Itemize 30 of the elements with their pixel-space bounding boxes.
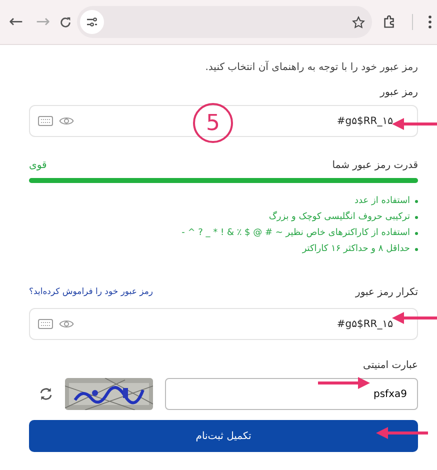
field-label: عبارت امنیتی: [362, 359, 418, 373]
strength-reading: قوی: [29, 159, 47, 173]
rule-text: استفاده از کاراکترهای خاص نظیر ~ # @ $ ٪ & ! * _ ? ^ -: [182, 227, 410, 240]
rule-text: ترکیبی حروف انگلیسی کوچک و بزرگ: [268, 210, 410, 224]
eye-icon[interactable]: [59, 116, 74, 126]
strength-label: قدرت رمز عبور شما: [332, 159, 418, 173]
eye-icon[interactable]: [59, 319, 74, 329]
menu-icon[interactable]: [428, 15, 432, 29]
captcha-field[interactable]: psfxa9: [165, 378, 418, 410]
forgot-password-link[interactable]: رمز عبور خود را فراموش کرده‌اید؟: [29, 286, 153, 299]
extensions-icon[interactable]: [382, 14, 397, 30]
confirm-password-field[interactable]: #g۵$RR_۱۵: [29, 308, 418, 340]
annotation-arrow: [392, 118, 437, 130]
rule-text: حداقل ۸ و حداکثر ۱۶ کاراکتر: [302, 243, 410, 256]
keyboard-icon[interactable]: [38, 116, 53, 126]
refresh-icon[interactable]: [39, 387, 53, 401]
step-badge: 5: [193, 103, 233, 143]
instruction-text: رمز عبور خود را با توجه به راهنمای آن انتخاب کنید.: [204, 60, 418, 75]
field-label: رمز عبور: [378, 86, 418, 100]
keyboard-icon[interactable]: [38, 319, 53, 329]
reload-icon[interactable]: [59, 16, 72, 28]
annotation-arrow: [376, 427, 428, 439]
annotation-arrow: [392, 312, 437, 324]
star-icon[interactable]: [352, 16, 364, 28]
submit-button[interactable]: تکمیل ثبت‌نام: [29, 420, 418, 452]
back-button[interactable]: ←: [5, 14, 27, 30]
field-label: تکرار رمز عبور: [356, 286, 418, 300]
site-settings-icon[interactable]: [86, 17, 98, 27]
rule-text: استفاده از عدد: [354, 195, 410, 208]
annotation-arrow: [318, 377, 370, 389]
